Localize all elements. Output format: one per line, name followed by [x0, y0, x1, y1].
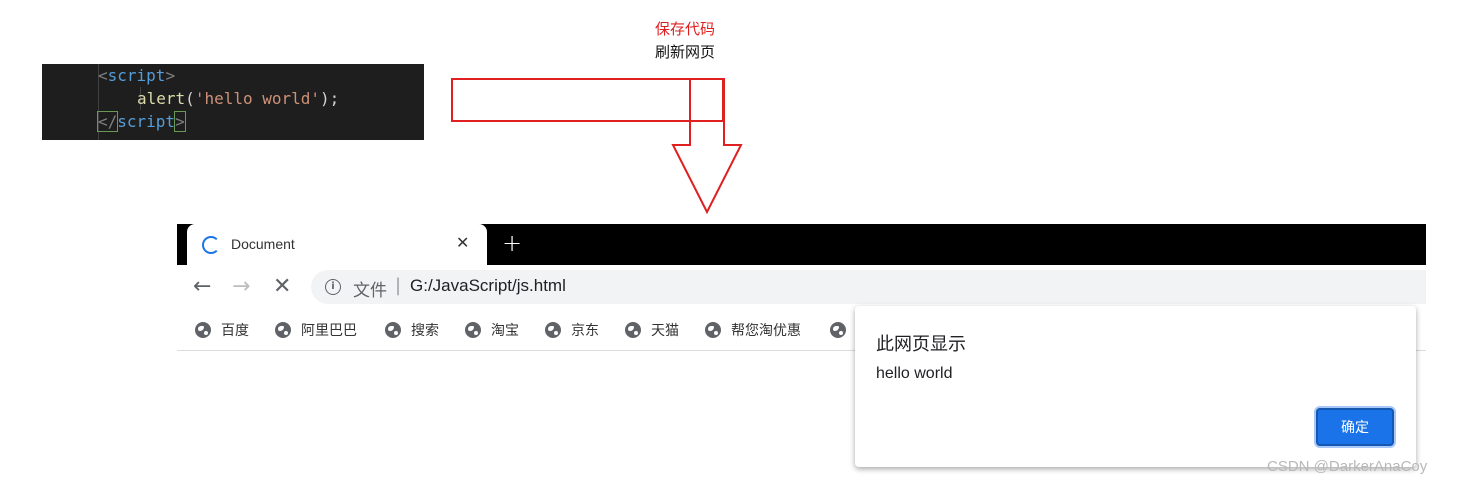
bookmark-item[interactable] [830, 319, 856, 341]
ok-button[interactable]: 确定 [1316, 408, 1394, 446]
globe-icon [545, 322, 561, 338]
url-scheme-label: 文件 [353, 281, 387, 301]
dialog-message: hello world [876, 365, 953, 382]
bookmark-item[interactable]: 阿里巴巴 [275, 319, 357, 341]
bookmark-item[interactable]: 搜索 [385, 319, 439, 341]
stop-loading-icon[interactable]: ✕ [273, 274, 291, 299]
bookmark-item[interactable]: 帮您淘优惠 [705, 319, 801, 341]
globe-icon [830, 322, 846, 338]
forward-arrow-icon[interactable]: → [232, 274, 250, 299]
globe-icon [625, 322, 641, 338]
bookmark-item[interactable]: 京东 [545, 319, 599, 341]
tab-close-icon[interactable]: ✕ [456, 233, 469, 252]
globe-icon [385, 322, 401, 338]
watermark: CSDN @DarkerAnaCoy [1267, 458, 1428, 475]
tab-document[interactable]: Document ✕ [187, 224, 487, 265]
dialog-title: 此网页显示 [876, 334, 966, 355]
globe-icon [275, 322, 291, 338]
address-bar[interactable]: i 文件 | G:/JavaScript/js.html [311, 270, 1426, 304]
globe-icon [195, 322, 211, 338]
bookmark-item[interactable]: 天猫 [625, 319, 679, 341]
loading-spinner-icon [202, 236, 220, 254]
globe-icon [465, 322, 481, 338]
bookmark-item[interactable]: 淘宝 [465, 319, 519, 341]
globe-icon [705, 322, 721, 338]
back-arrow-icon[interactable]: ← [193, 274, 211, 299]
bookmark-item[interactable]: 百度 [195, 319, 249, 341]
tab-strip: Document ✕ + [177, 224, 1426, 265]
url-text[interactable]: G:/JavaScript/js.html [410, 276, 566, 296]
url-separator: | [395, 275, 402, 296]
tab-title: Document [231, 236, 295, 252]
browser-toolbar: ← → ✕ i 文件 | G:/JavaScript/js.html [177, 265, 1426, 311]
alert-dialog: 此网页显示 hello world 确定 [855, 306, 1416, 467]
new-tab-button[interactable]: + [502, 229, 522, 257]
site-info-icon[interactable]: i [325, 279, 341, 295]
